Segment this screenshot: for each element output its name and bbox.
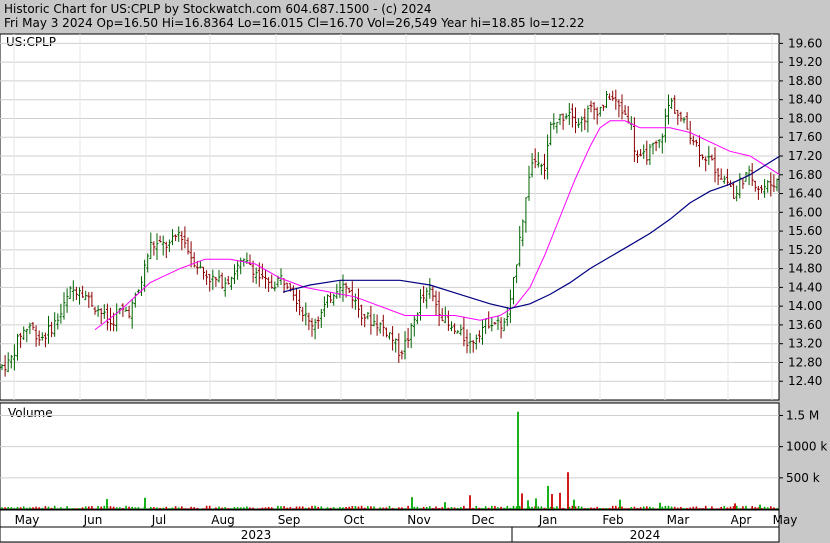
price-tick-label: 17.20 [788, 149, 822, 163]
symbol-label: US:CPLP [6, 35, 56, 49]
volume-panel [0, 402, 780, 510]
year-label-2024: 2024 [630, 528, 661, 542]
volume-axis: 1.5 M 1000 k 500 k [779, 408, 827, 485]
price-tick-label: 18.40 [788, 93, 822, 107]
price-tick-label: 15.60 [788, 224, 822, 238]
month-label: Feb [602, 513, 623, 527]
price-tick-label: 16.00 [788, 205, 822, 219]
volume-label: Volume [8, 406, 53, 420]
month-label: Apr [731, 513, 752, 527]
month-label: Oct [344, 513, 365, 527]
price-tick-label: 12.80 [788, 355, 822, 369]
month-axis: May Jun Jul Aug Sep Oct Nov Dec Jan Feb Mar Apr May [0, 509, 798, 528]
price-tick-label: 12.40 [788, 374, 822, 388]
month-label: Jul [151, 513, 166, 527]
month-label: Dec [471, 513, 494, 527]
price-tick-label: 17.60 [788, 130, 822, 144]
year-label-2023: 2023 [241, 528, 272, 542]
month-label: Sep [278, 513, 301, 527]
price-tick-label: 14.40 [788, 280, 822, 294]
month-band [0, 509, 780, 528]
price-tick-label: 18.00 [788, 111, 822, 125]
price-tick-label: 15.20 [788, 243, 822, 257]
price-tick-label: 18.80 [788, 74, 822, 88]
price-tick-label: 19.20 [788, 55, 822, 69]
volume-tick-label: 1000 k [786, 440, 827, 454]
month-label: Jan [538, 513, 558, 527]
month-label: Nov [407, 513, 430, 527]
month-label: May [15, 513, 40, 527]
price-tick-label: 13.20 [788, 337, 822, 351]
price-tick-label: 16.80 [788, 168, 822, 182]
price-tick-label: 19.60 [788, 36, 822, 50]
price-tick-label: 13.60 [788, 318, 822, 332]
month-label: Jun [83, 513, 103, 527]
price-panel [0, 33, 780, 401]
month-label: Mar [667, 513, 690, 527]
year-band [0, 526, 780, 543]
month-label: Aug [211, 513, 234, 527]
price-tick-label: 16.40 [788, 187, 822, 201]
price-axis: 19.60 19.20 18.80 18.40 18.00 17.60 17.20 16.80… [779, 36, 822, 388]
price-tick-label: 14.00 [788, 299, 822, 313]
month-label: May [773, 513, 798, 527]
volume-tick-label: 1.5 M [786, 408, 819, 422]
volume-tick-label: 500 k [786, 471, 820, 485]
price-tick-label: 14.80 [788, 262, 822, 276]
price-chart: US:CPLP 19.60 19.20 18.80 18.40 18.00 17.60 17… [0, 33, 827, 543]
